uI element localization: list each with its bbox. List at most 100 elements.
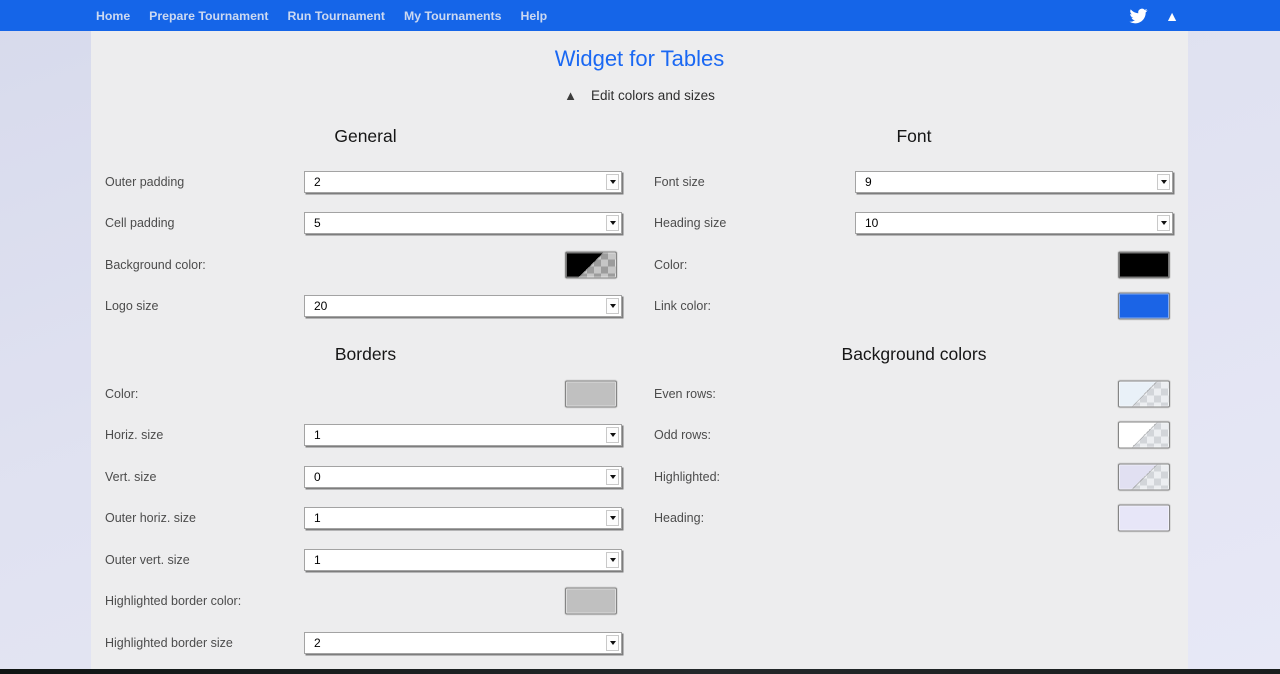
font-font-size-select[interactable]: 9 (855, 171, 1173, 193)
general-logo-size-label: Logo size (105, 299, 159, 313)
field-row: Color: (91, 373, 640, 415)
select-value: 1 (305, 553, 606, 567)
top-navbar: Home Prepare Tournament Run Tournament My T… (0, 0, 1280, 31)
field-row: Highlighted border color: (91, 581, 640, 623)
navbar-right-icons: ▲ (1128, 0, 1179, 31)
borders-highlighted-border-size-label: Highlighted border size (105, 636, 233, 650)
select-value: 2 (305, 636, 606, 650)
field-row: Heading: (640, 498, 1188, 540)
general-background-color-label: Background color: (105, 258, 206, 272)
dropdown-arrow-icon (606, 427, 619, 443)
font-font-size-label: Font size (654, 175, 705, 189)
borders-outer-vert-size-select[interactable]: 1 (304, 549, 622, 571)
left-column: General Outer padding 2 Cell padding 5 Backgr… (91, 104, 640, 664)
select-value: 9 (856, 175, 1157, 189)
nav-item-help[interactable]: Help (520, 9, 547, 23)
select-value: 0 (305, 470, 606, 484)
font-link-color-label: Link color: (654, 299, 711, 313)
settings-panel: Widget for Tables ▲ Edit colors and size… (91, 31, 1188, 674)
font-color-label: Color: (654, 258, 687, 272)
background-colors-highlighted-swatch[interactable] (1118, 463, 1170, 490)
twitter-icon[interactable] (1128, 7, 1149, 25)
select-value: 1 (305, 428, 606, 442)
font-heading-size-select[interactable]: 10 (855, 212, 1173, 234)
field-row: Outer horiz. size 1 (91, 498, 640, 540)
general-background-color-swatch[interactable] (565, 251, 617, 278)
field-row: Odd rows: (640, 415, 1188, 457)
background-colors-heading-swatch[interactable] (1118, 505, 1170, 532)
font-color-swatch[interactable] (1118, 251, 1170, 278)
dropdown-arrow-icon (606, 215, 619, 231)
triangle-up-icon: ▲ (564, 89, 577, 102)
edit-colors-toggle[interactable]: ▲ Edit colors and sizes (91, 86, 1188, 104)
section-font: Font Font size 9 Heading size 10 Color: Link c… (640, 121, 1188, 327)
dropdown-arrow-icon (606, 510, 619, 526)
borders-vert-size-label: Vert. size (105, 470, 156, 484)
field-row: Horiz. size 1 (91, 415, 640, 457)
dropdown-arrow-icon (606, 298, 619, 314)
field-row: Outer vert. size 1 (91, 539, 640, 581)
nav-item-prepare-tournament[interactable]: Prepare Tournament (149, 9, 268, 23)
background-colors-odd-rows-label: Odd rows: (654, 428, 711, 442)
dropdown-arrow-icon (1157, 215, 1170, 231)
background-colors-heading-label: Heading: (654, 511, 704, 525)
general-outer-padding-label: Outer padding (105, 175, 184, 189)
select-value: 20 (305, 299, 606, 313)
field-row: Highlighted: (640, 456, 1188, 498)
background-colors-even-rows-swatch[interactable] (1118, 380, 1170, 407)
dropdown-arrow-icon (606, 174, 619, 190)
nav-items: Home Prepare Tournament Run Tournament My T… (0, 0, 1280, 31)
field-row: Link color: (640, 286, 1188, 328)
triangle-up-icon[interactable]: ▲ (1165, 9, 1179, 23)
background-colors-highlighted-label: Highlighted: (654, 470, 720, 484)
field-row: Highlighted border size 2 (91, 622, 640, 664)
section-heading-background-colors: Background colors (640, 339, 1188, 369)
right-column: Font Font size 9 Heading size 10 Color: Link c… (640, 104, 1188, 664)
field-row: Background color: (91, 244, 640, 286)
borders-highlighted-border-color-label: Highlighted border color: (105, 594, 241, 608)
general-cell-padding-label: Cell padding (105, 216, 175, 230)
nav-item-my-tournaments[interactable]: My Tournaments (404, 9, 501, 23)
borders-horiz-size-select[interactable]: 1 (304, 424, 622, 446)
select-value: 5 (305, 216, 606, 230)
borders-outer-vert-size-label: Outer vert. size (105, 553, 190, 567)
select-value: 10 (856, 216, 1157, 230)
section-heading-general: General (91, 121, 640, 151)
field-row: Heading size 10 (640, 203, 1188, 245)
field-row: Logo size 20 (91, 286, 640, 328)
field-row: Vert. size 0 (91, 456, 640, 498)
section-general: General Outer padding 2 Cell padding 5 Backgr… (91, 121, 640, 327)
general-outer-padding-select[interactable]: 2 (304, 171, 622, 193)
borders-vert-size-select[interactable]: 0 (304, 466, 622, 488)
field-row: Font size 9 (640, 161, 1188, 203)
borders-highlighted-border-size-select[interactable]: 2 (304, 632, 622, 654)
borders-horiz-size-label: Horiz. size (105, 428, 163, 442)
general-logo-size-select[interactable]: 20 (304, 295, 622, 317)
edit-colors-toggle-label: Edit colors and sizes (591, 88, 715, 103)
dropdown-arrow-icon (606, 552, 619, 568)
borders-outer-horiz-size-label: Outer horiz. size (105, 511, 196, 525)
settings-columns: General Outer padding 2 Cell padding 5 Backgr… (91, 104, 1188, 664)
nav-item-home[interactable]: Home (96, 9, 130, 23)
section-background-colors: Background colors Even rows: Odd rows: High… (640, 339, 1188, 539)
field-row: Cell padding 5 (91, 203, 640, 245)
font-heading-size-label: Heading size (654, 216, 726, 230)
dropdown-arrow-icon (606, 469, 619, 485)
section-heading-borders: Borders (91, 339, 640, 369)
borders-highlighted-border-color-swatch[interactable] (565, 588, 617, 615)
field-row: Even rows: (640, 373, 1188, 415)
borders-color-label: Color: (105, 387, 138, 401)
nav-item-run-tournament[interactable]: Run Tournament (288, 9, 385, 23)
field-row: Color: (640, 244, 1188, 286)
dropdown-arrow-icon (606, 635, 619, 651)
section-heading-font: Font (640, 121, 1188, 151)
background-colors-odd-rows-swatch[interactable] (1118, 422, 1170, 449)
borders-outer-horiz-size-select[interactable]: 1 (304, 507, 622, 529)
section-borders: Borders Color: Horiz. size 1 Vert. size 0 Oute… (91, 339, 640, 664)
font-link-color-swatch[interactable] (1118, 293, 1170, 320)
borders-color-swatch[interactable] (565, 380, 617, 407)
select-value: 1 (305, 511, 606, 525)
page-title: Widget for Tables (91, 45, 1188, 73)
background-colors-even-rows-label: Even rows: (654, 387, 716, 401)
general-cell-padding-select[interactable]: 5 (304, 212, 622, 234)
